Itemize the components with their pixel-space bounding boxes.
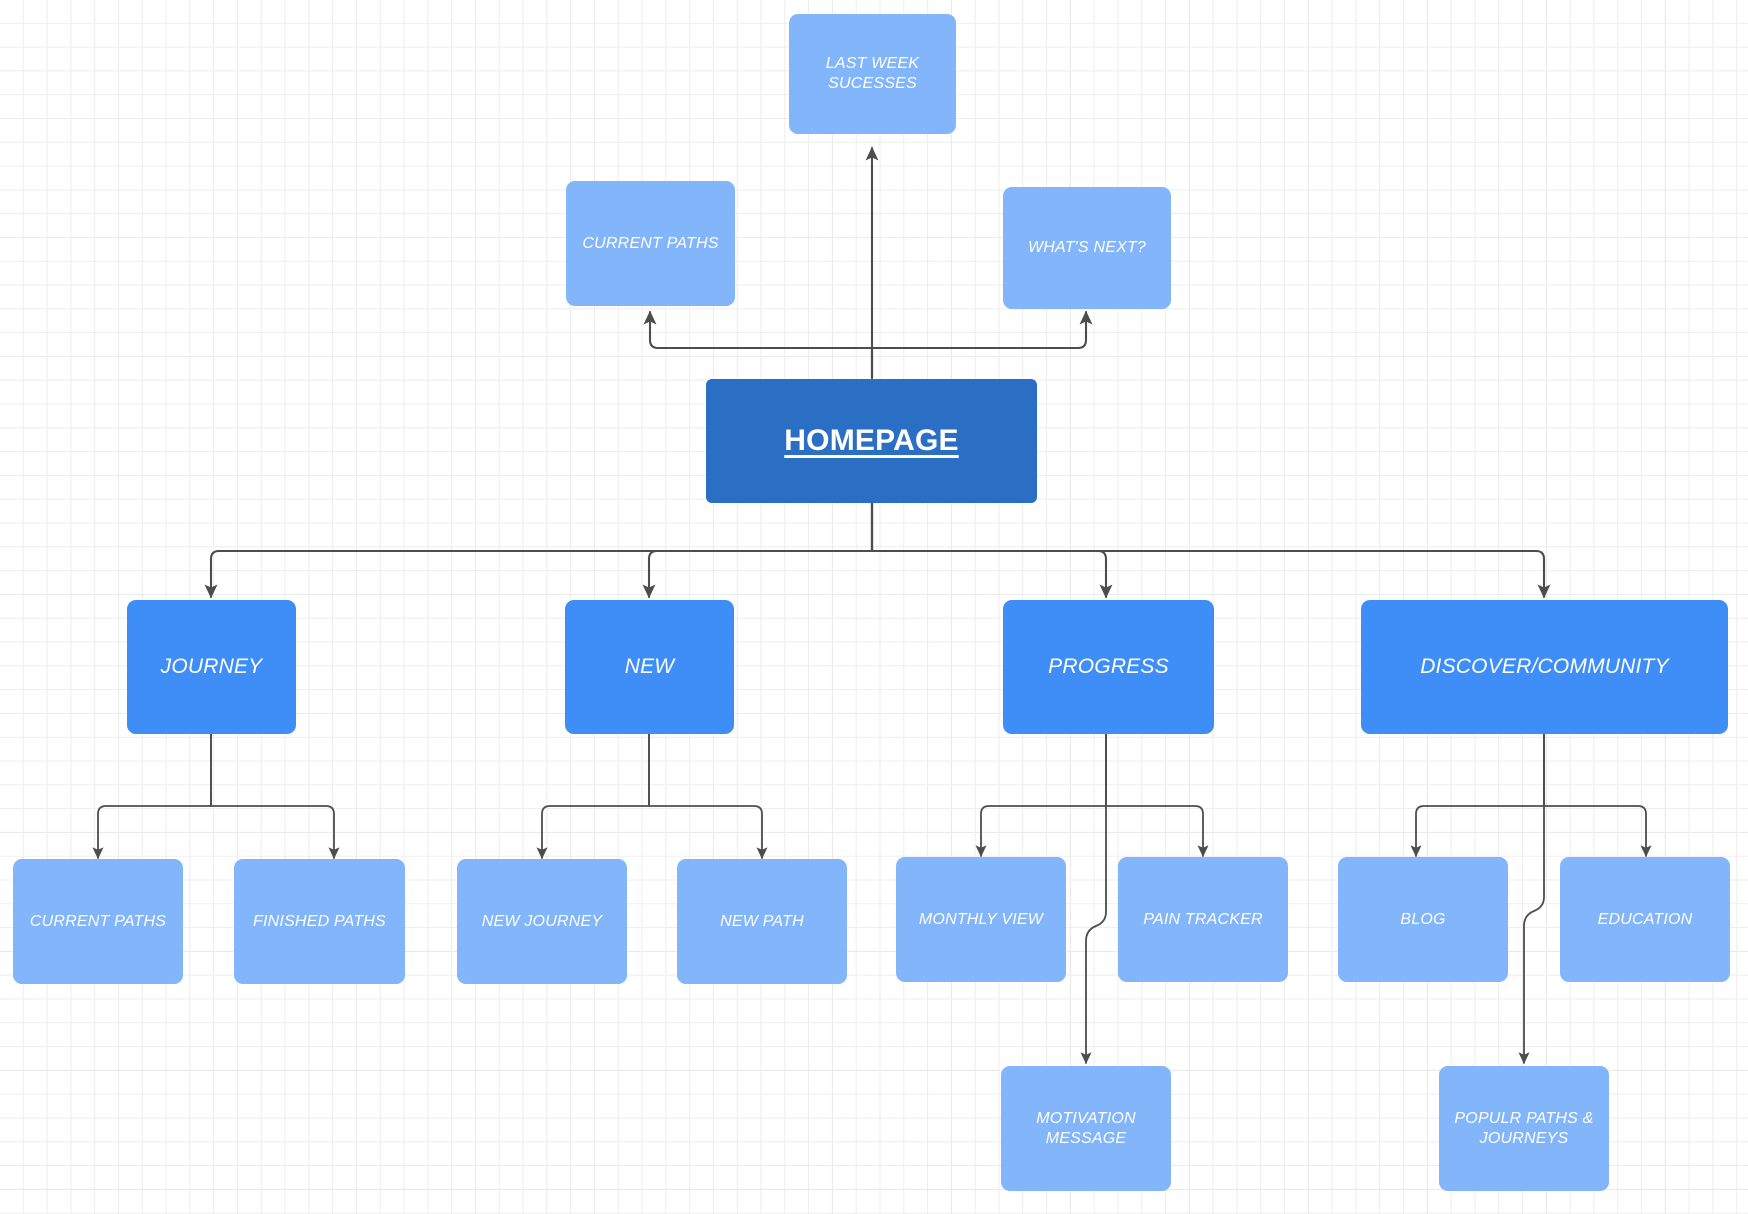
node-new-journey[interactable]: NEW JOURNEY	[457, 859, 627, 984]
edge-new-to-newjourney	[536, 732, 650, 860]
node-new-path[interactable]: NEW PATH	[677, 859, 847, 984]
node-label: NEW JOURNEY	[481, 912, 603, 930]
node-monthly-view[interactable]: MONTHLY VIEW	[896, 857, 1066, 982]
node-pain-tracker[interactable]: PAIN TRACKER	[1118, 857, 1288, 982]
node-journey[interactable]: JOURNEY	[127, 600, 296, 734]
edge-progress-to-paintracker	[1105, 732, 1209, 858]
edge-home-to-journey	[204, 500, 874, 599]
node-label: BLOG	[1400, 910, 1446, 928]
node-finished-paths[interactable]: FINISHED PATHS	[234, 859, 405, 984]
node-whats-next[interactable]: WHAT'S NEXT?	[1003, 187, 1171, 309]
node-motivation-message[interactable]: MOTIVATION MESSAGE	[1001, 1066, 1171, 1191]
node-label: NEW	[624, 655, 675, 679]
node-label: DISCOVER/COMMUNITY	[1420, 655, 1669, 679]
edge-home-to-discover	[870, 500, 1551, 599]
edge-discover-to-blog	[1410, 732, 1545, 858]
edge-journey-to-currentpaths	[92, 732, 212, 860]
edge-group-new-children	[536, 732, 768, 860]
node-discover-community[interactable]: DISCOVER/COMMUNITY	[1361, 600, 1728, 734]
edge-new-to-newpath	[648, 732, 768, 860]
node-label: PROGRESS	[1048, 655, 1169, 679]
node-label: CURRENT PATHS	[582, 234, 719, 252]
node-label: HOMEPAGE	[784, 423, 959, 457]
node-label: JOURNEY	[160, 655, 263, 679]
node-label: WHAT'S NEXT?	[1027, 239, 1147, 257]
node-label: EDUCATION	[1597, 910, 1693, 928]
node-homepage[interactable]: HOMEPAGE	[706, 379, 1037, 503]
edge-group-journey-children	[92, 732, 340, 860]
node-label: MONTHLY VIEW	[918, 910, 1044, 928]
node-current-paths-top[interactable]: CURRENT PATHS	[566, 181, 735, 306]
node-new[interactable]: NEW	[565, 600, 734, 734]
node-current-paths-leaf[interactable]: CURRENT PATHS	[13, 859, 183, 984]
edge-group-home-children	[204, 500, 1551, 599]
node-progress[interactable]: PROGRESS	[1003, 600, 1214, 734]
edge-progress-to-motivation	[1080, 732, 1107, 1065]
node-label: PAIN TRACKER	[1143, 910, 1263, 928]
node-populr-paths-journeys[interactable]: POPULR PATHS & JOURNEYS	[1439, 1066, 1609, 1191]
edge-home-to-whatsnext	[870, 310, 1093, 380]
node-blog[interactable]: BLOG	[1338, 857, 1508, 982]
edge-discover-to-education	[1543, 732, 1652, 858]
edge-journey-to-finishedpaths	[210, 732, 340, 860]
node-label: FINISHED PATHS	[253, 912, 386, 930]
edge-home-to-new	[642, 500, 874, 599]
node-education[interactable]: EDUCATION	[1560, 857, 1730, 982]
node-label: CURRENT PATHS	[29, 912, 167, 930]
node-label: MOTIVATION MESSAGE	[1036, 1109, 1136, 1147]
sitemap-canvas: LAST WEEK SUCESSES CURRENT PATHS WHAT'S …	[0, 0, 1748, 1214]
edge-home-to-currentpaths	[643, 310, 874, 380]
node-label: NEW PATH	[720, 912, 804, 930]
node-last-week-sucesses[interactable]: LAST WEEK SUCESSES	[789, 14, 956, 134]
node-label: LAST WEEK SUCESSES	[825, 55, 920, 92]
edge-home-to-progress	[870, 500, 1113, 599]
node-label: POPULR PATHS & JOURNEYS	[1454, 1109, 1594, 1147]
edge-discover-to-popularpaths	[1518, 732, 1545, 1065]
edge-progress-to-monthlyview	[975, 732, 1107, 858]
